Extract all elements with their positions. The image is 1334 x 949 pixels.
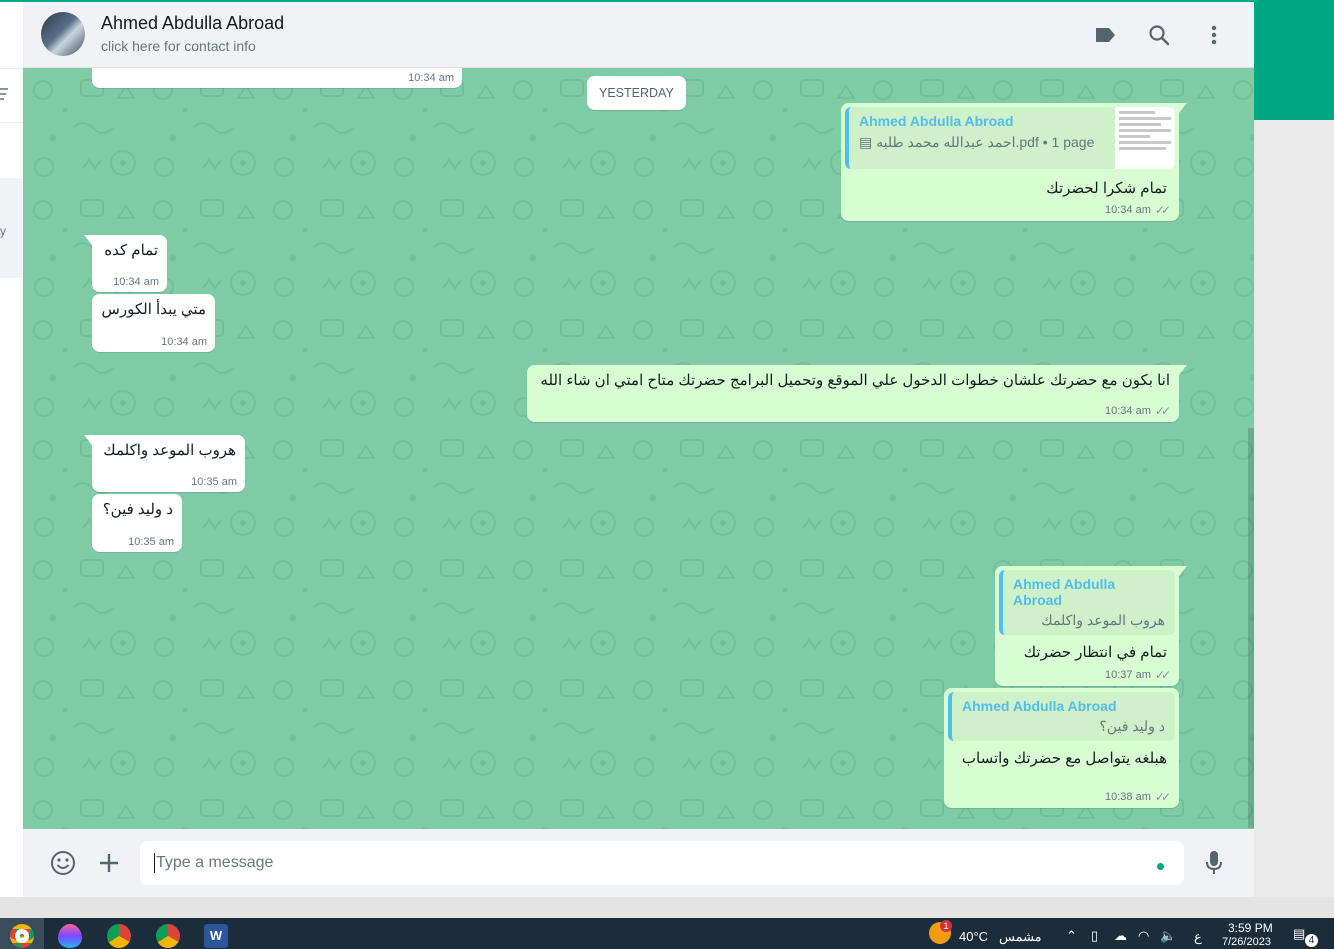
double-check-icon: ✓✓ bbox=[1154, 790, 1171, 804]
chat-messages-area[interactable]: 10:34 am YESTERDAY Ahmed Abdulla Abroad … bbox=[23, 68, 1254, 829]
message-bubble-outgoing[interactable]: انا بكون مع حضرتك علشان خطوات الدخول علي… bbox=[527, 365, 1187, 422]
message-bubble-outgoing-document[interactable]: Ahmed Abdulla Abroad ▤ احمد عبدالله محمد… bbox=[841, 103, 1187, 221]
quoted-text: د وليد فين؟ bbox=[1099, 718, 1165, 734]
document-sender: Ahmed Abdulla Abroad bbox=[859, 113, 1014, 129]
message-time: 10:34 am bbox=[113, 276, 159, 288]
message-text: د وليد فين؟ bbox=[102, 501, 173, 518]
weather-badge: 1 bbox=[940, 920, 952, 932]
label-icon[interactable] bbox=[1092, 22, 1118, 48]
chrome-profile-icon[interactable] bbox=[156, 924, 180, 948]
quoted-sender: Ahmed Abdulla Abroad bbox=[962, 698, 1117, 714]
double-check-icon: ✓✓ bbox=[1154, 668, 1171, 682]
message-bubble-outgoing-reply[interactable]: Ahmed Abdulla Abroad هروب الموعد واكلمك … bbox=[995, 566, 1187, 686]
message-text: هبلغه يتواصل مع حضرتك واتساب bbox=[961, 750, 1167, 767]
divider bbox=[0, 68, 23, 69]
message-time: 10:37 am ✓✓ bbox=[1105, 668, 1171, 682]
cloud-icon[interactable]: ☁ bbox=[1114, 928, 1127, 944]
message-text: هروب الموعد واكلمك bbox=[103, 442, 236, 459]
search-icon[interactable] bbox=[1146, 22, 1172, 48]
chat-list-item-text: y bbox=[0, 224, 6, 238]
chat-header[interactable]: Ahmed Abdulla Abroad click here for cont… bbox=[23, 2, 1254, 68]
chrome-icon[interactable] bbox=[10, 924, 34, 948]
message-bubble-incoming[interactable]: متي يبدأ الكورس 10:34 am bbox=[92, 294, 215, 352]
notification-count: 4 bbox=[1305, 934, 1318, 947]
message-time: 10:34 am ✓✓ bbox=[1105, 404, 1171, 418]
clock-date[interactable]: 7/26/2023 bbox=[1222, 936, 1271, 948]
paint-drop-icon[interactable] bbox=[58, 924, 82, 948]
document-filename: ▤ احمد عبدالله محمد طلبه.pdf • 1 page bbox=[859, 134, 1095, 150]
double-check-icon: ✓✓ bbox=[1154, 404, 1171, 418]
message-bubble-incoming[interactable]: د وليد فين؟ 10:35 am bbox=[92, 494, 182, 552]
taskbar: W 1 40°C مشمس ⌃ ▯ ☁ ◠ 🔈 ع 3:59 PM 7/26/2… bbox=[0, 918, 1334, 949]
document-info: Ahmed Abdulla Abroad ▤ احمد عبدالله محمد… bbox=[849, 107, 1115, 169]
message-time: 10:38 am ✓✓ bbox=[1105, 790, 1171, 804]
message-text: تمام في انتظار حضرتك bbox=[1023, 644, 1167, 661]
notification-icon[interactable]: ▤ bbox=[1293, 926, 1305, 942]
date-divider: YESTERDAY bbox=[587, 76, 686, 110]
message-bubble-incoming[interactable]: هروب الموعد واكلمك 10:35 am bbox=[84, 435, 245, 492]
document-attachment[interactable]: Ahmed Abdulla Abroad ▤ احمد عبدالله محمد… bbox=[845, 107, 1175, 169]
file-icon: ▤ bbox=[859, 134, 877, 150]
background-app-header bbox=[1254, 2, 1334, 120]
quoted-message[interactable]: Ahmed Abdulla Abroad هروب الموعد واكلمك bbox=[999, 570, 1175, 635]
contact-name[interactable]: Ahmed Abdulla Abroad bbox=[101, 13, 284, 34]
contact-info-hint[interactable]: click here for contact info bbox=[101, 38, 256, 54]
wifi-icon[interactable]: ◠ bbox=[1138, 928, 1149, 944]
weather-temperature[interactable]: 40°C bbox=[959, 929, 988, 944]
screen: y Ahmed Abdulla Abroad click here for co… bbox=[0, 0, 1334, 949]
quoted-sender: Ahmed Abdulla Abroad bbox=[1013, 576, 1116, 608]
document-thumbnail[interactable] bbox=[1115, 107, 1175, 169]
double-check-icon: ✓✓ bbox=[1154, 203, 1171, 217]
menu-icon[interactable] bbox=[1201, 22, 1227, 48]
message-bubble-outgoing-reply[interactable]: Ahmed Abdulla Abroad د وليد فين؟ هبلغه ي… bbox=[944, 688, 1179, 808]
grammar-indicator-icon[interactable] bbox=[1157, 863, 1164, 870]
clock-time[interactable]: 3:59 PM bbox=[1228, 921, 1273, 935]
text-caret bbox=[154, 853, 155, 873]
message-time: 10:34 am ✓✓ bbox=[1105, 203, 1171, 217]
message-time: 10:35 am bbox=[191, 476, 237, 488]
input-language[interactable]: ع bbox=[1194, 929, 1202, 945]
device-icon[interactable]: ▯ bbox=[1091, 928, 1098, 944]
message-time: 10:34 am bbox=[408, 72, 454, 84]
microphone-icon[interactable] bbox=[1200, 849, 1228, 877]
divider bbox=[0, 122, 23, 123]
message-text: تمام شكرا لحضرتك bbox=[1046, 180, 1167, 197]
message-input[interactable] bbox=[140, 841, 1184, 885]
message-composer bbox=[23, 829, 1254, 897]
contact-avatar[interactable] bbox=[41, 12, 85, 56]
chevron-up-icon[interactable]: ⌃ bbox=[1066, 928, 1077, 944]
message-bubble-incoming[interactable]: تمام كده 10:34 am bbox=[84, 235, 167, 292]
message-bubble-incoming[interactable]: 10:34 am bbox=[92, 68, 462, 88]
quoted-text: هروب الموعد واكلمك bbox=[1041, 612, 1165, 628]
word-icon[interactable]: W bbox=[204, 924, 228, 948]
message-text: متي يبدأ الكورس bbox=[101, 301, 206, 318]
weather-condition[interactable]: مشمس bbox=[999, 929, 1042, 945]
background-app-body bbox=[1254, 120, 1334, 918]
attach-plus-icon[interactable] bbox=[95, 849, 123, 877]
message-text: انا بكون مع حضرتك علشان خطوات الدخول علي… bbox=[540, 372, 1170, 389]
message-time: 10:35 am bbox=[128, 536, 174, 548]
quoted-message[interactable]: Ahmed Abdulla Abroad د وليد فين؟ bbox=[948, 692, 1175, 741]
window-bottom-edge bbox=[0, 897, 1334, 918]
filter-icon[interactable] bbox=[0, 88, 8, 100]
message-text: تمام كده bbox=[104, 242, 158, 259]
emoji-icon[interactable] bbox=[49, 849, 77, 877]
volume-muted-icon[interactable]: 🔈 bbox=[1160, 928, 1176, 944]
chrome-profile-icon[interactable] bbox=[107, 924, 131, 948]
chat-list-panel: y bbox=[0, 2, 23, 918]
message-time: 10:34 am bbox=[161, 336, 207, 348]
chat-scrollbar[interactable] bbox=[1248, 428, 1254, 828]
